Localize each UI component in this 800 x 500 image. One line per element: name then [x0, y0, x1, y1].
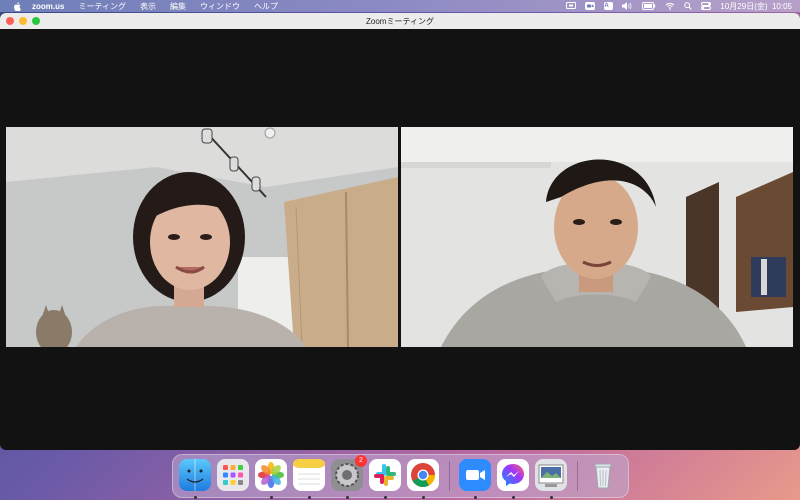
window-titlebar[interactable]: Zoomミーティング	[0, 13, 800, 29]
menu-view[interactable]: 表示	[140, 1, 156, 12]
window-title: Zoomミーティング	[366, 16, 434, 26]
running-indicator	[422, 496, 425, 499]
preview-dock-icon[interactable]	[535, 459, 567, 499]
running-indicator	[346, 496, 349, 499]
running-indicator	[474, 496, 477, 499]
dock-separator	[577, 461, 578, 491]
zoom-dock-icon[interactable]	[459, 459, 491, 499]
close-window-button[interactable]	[6, 17, 14, 25]
minimize-window-button[interactable]	[19, 17, 27, 25]
menu-app-name[interactable]: zoom.us	[32, 2, 64, 11]
running-indicator	[384, 496, 387, 499]
apple-menu-icon[interactable]	[12, 1, 22, 11]
running-indicator	[194, 496, 197, 499]
slack-dock-icon[interactable]	[369, 459, 401, 499]
running-indicator	[550, 496, 553, 499]
finder-dock-icon[interactable]	[179, 459, 211, 499]
zoom-meeting-window: Zoomミーティング	[0, 13, 800, 450]
fullscreen-window-button[interactable]	[32, 17, 40, 25]
running-indicator	[308, 496, 311, 499]
control-center-icon[interactable]	[701, 2, 712, 10]
screen-mirroring-icon[interactable]	[566, 2, 577, 10]
notes-dock-icon[interactable]	[293, 459, 325, 499]
chrome-dock-icon[interactable]	[407, 459, 439, 499]
messenger-dock-icon[interactable]	[497, 459, 529, 499]
woman-video-feed	[6, 127, 398, 347]
input-source-indicator[interactable]: A	[604, 2, 614, 10]
running-indicator	[512, 496, 515, 499]
dock-separator	[449, 461, 450, 491]
system-preferences-dock-icon[interactable]: 2	[331, 455, 367, 499]
volume-icon[interactable]	[622, 2, 633, 10]
man-video-feed	[401, 127, 793, 347]
menu-bar: zoom.us ミーティング 表示 編集 ウィンドウ ヘルプ A 10月29日(…	[0, 0, 800, 12]
menu-window[interactable]: ウィンドウ	[200, 1, 240, 12]
trash-dock-icon[interactable]	[587, 459, 619, 491]
participant-video-left[interactable]	[6, 127, 398, 347]
zoom-tray-icon[interactable]	[585, 2, 596, 10]
menu-meeting[interactable]: ミーティング	[78, 1, 126, 12]
battery-icon[interactable]	[642, 2, 656, 10]
status-tray: A 10月29日(金) 10:05	[566, 0, 792, 12]
menu-help[interactable]: ヘルプ	[254, 1, 278, 12]
photos-dock-icon[interactable]	[255, 459, 287, 499]
dock: 2	[172, 454, 629, 499]
participant-video-right[interactable]	[401, 127, 793, 347]
launchpad-dock-icon[interactable]	[217, 459, 249, 491]
menu-clock[interactable]: 10月29日(金) 10:05	[720, 1, 792, 12]
spotlight-search-icon[interactable]	[684, 2, 693, 10]
wifi-icon[interactable]	[665, 2, 675, 10]
notification-badge: 2	[355, 455, 367, 467]
running-indicator	[270, 496, 273, 499]
menu-edit[interactable]: 編集	[170, 1, 186, 12]
